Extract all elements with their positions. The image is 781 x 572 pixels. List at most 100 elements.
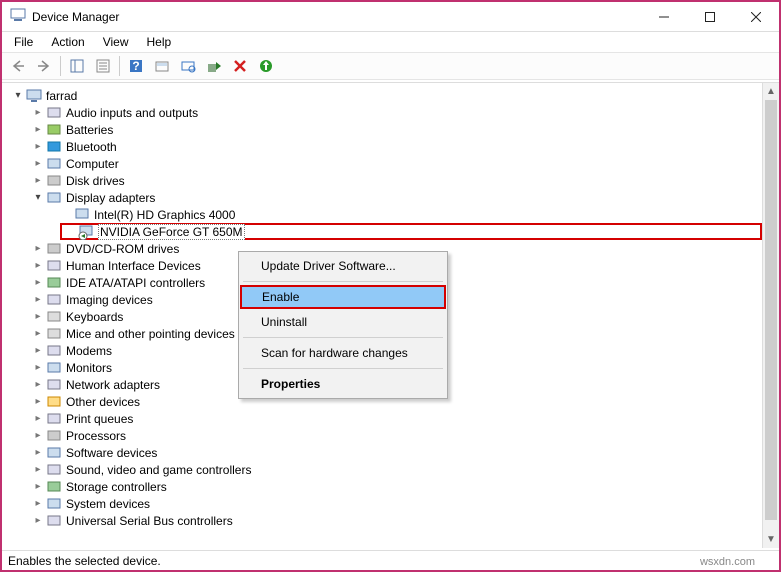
device-icon [46,105,62,121]
expand-icon[interactable]: ▸ [32,396,44,408]
expand-icon[interactable]: ▾ [32,192,44,204]
menu-file[interactable]: File [6,33,41,51]
watermark: wsxdn.com [700,556,755,568]
expand-icon[interactable]: ▸ [32,498,44,510]
device-icon [46,258,62,274]
expand-icon[interactable]: ▸ [32,379,44,391]
tree-item[interactable]: ▸Batteries [32,121,762,138]
tree-item[interactable]: ▸Processors [32,427,762,444]
device-icon [46,343,62,359]
expand-icon[interactable]: ▸ [32,413,44,425]
ctx-scan[interactable]: Scan for hardware changes [241,341,445,365]
expand-icon[interactable]: ▸ [32,447,44,459]
tree-root[interactable]: ▾farrad [12,87,762,104]
menu-view[interactable]: View [95,33,137,51]
expand-icon[interactable]: ▸ [32,243,44,255]
ctx-separator [243,281,443,282]
ctx-enable[interactable]: Enable [240,285,446,309]
device-icon [46,292,62,308]
expand-icon[interactable]: ▸ [32,362,44,374]
scan-hardware-button[interactable] [176,54,200,78]
expand-icon[interactable]: ▸ [32,107,44,119]
tree-item[interactable]: ▾Display adapters [32,189,762,206]
scroll-up-button[interactable]: ▲ [763,83,779,100]
action-icon-button[interactable] [150,54,174,78]
tree-item-child[interactable]: NVIDIA GeForce GT 650M [60,223,762,240]
device-icon [46,360,62,376]
tree-item[interactable]: ▸Print queues [32,410,762,427]
forward-button[interactable] [32,54,56,78]
computer-icon [26,88,42,104]
scroll-thumb[interactable] [765,100,777,520]
device-icon [46,326,62,342]
expand-icon[interactable]: ▸ [32,430,44,442]
ctx-separator [243,337,443,338]
show-hide-tree-button[interactable] [65,54,89,78]
expand-icon[interactable]: ▸ [32,345,44,357]
expand-icon[interactable]: ▸ [32,158,44,170]
device-icon [46,394,62,410]
display-adapter-icon [74,207,90,223]
device-icon [46,479,62,495]
expand-icon[interactable]: ▸ [32,141,44,153]
device-icon [46,190,62,206]
ctx-properties[interactable]: Properties [241,372,445,396]
expand-icon[interactable]: ▸ [32,515,44,527]
device-icon [46,309,62,325]
tree-item[interactable]: ▸Bluetooth [32,138,762,155]
ctx-uninstall[interactable]: Uninstall [241,310,445,334]
device-icon [46,462,62,478]
device-icon [46,377,62,393]
svg-text:?: ? [132,59,139,73]
menu-help[interactable]: Help [139,33,180,51]
expand-icon[interactable]: ▸ [32,481,44,493]
expand-icon[interactable]: ▸ [32,260,44,272]
close-button[interactable] [733,2,779,32]
device-icon [46,411,62,427]
context-menu: Update Driver Software... Enable Uninsta… [238,251,448,399]
window-title: Device Manager [32,10,641,24]
help-button[interactable]: ? [124,54,148,78]
ctx-separator [243,368,443,369]
expand-icon[interactable]: ▸ [32,294,44,306]
device-icon [46,275,62,291]
tree-item[interactable]: ▸Computer [32,155,762,172]
expand-icon[interactable]: ▸ [32,464,44,476]
expand-icon[interactable]: ▸ [32,277,44,289]
tree-item[interactable]: ▸Storage controllers [32,478,762,495]
device-icon [46,496,62,512]
expand-icon[interactable]: ▾ [12,90,24,102]
app-icon [10,7,26,26]
expand-icon[interactable]: ▸ [32,175,44,187]
expand-icon[interactable]: ▸ [32,311,44,323]
ctx-update-driver[interactable]: Update Driver Software... [241,254,445,278]
maximize-button[interactable] [687,2,733,32]
tree-item-child[interactable]: Intel(R) HD Graphics 4000 [60,206,762,223]
status-text: Enables the selected device. [8,554,161,568]
scroll-down-button[interactable]: ▼ [763,531,779,548]
update-driver-button[interactable] [254,54,278,78]
titlebar: Device Manager [2,2,779,32]
properties-button[interactable] [91,54,115,78]
uninstall-button[interactable] [228,54,252,78]
toolbar: ? [2,52,779,80]
tree-item[interactable]: ▸Disk drives [32,172,762,189]
tree-item[interactable]: ▸Universal Serial Bus controllers [32,512,762,529]
vertical-scrollbar[interactable]: ▲ ▼ [762,83,779,548]
expand-icon[interactable]: ▸ [32,124,44,136]
device-icon [46,241,62,257]
display-adapter-icon [78,224,94,240]
device-icon [46,156,62,172]
enable-device-button[interactable] [202,54,226,78]
device-icon [46,445,62,461]
menu-action[interactable]: Action [43,33,92,51]
tree-item[interactable]: ▸Software devices [32,444,762,461]
back-button[interactable] [6,54,30,78]
statusbar: Enables the selected device. [2,550,779,570]
device-icon [46,428,62,444]
tree-item[interactable]: ▸Audio inputs and outputs [32,104,762,121]
tree-item[interactable]: ▸System devices [32,495,762,512]
minimize-button[interactable] [641,2,687,32]
expand-icon[interactable]: ▸ [32,328,44,340]
tree-item[interactable]: ▸Sound, video and game controllers [32,461,762,478]
